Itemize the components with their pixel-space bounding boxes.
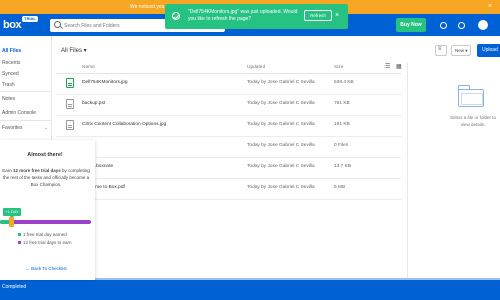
file-size: 0 Files (334, 143, 349, 148)
sidebar-item-notes[interactable]: Notes (2, 96, 15, 102)
file-size: 13.7 KB (334, 164, 352, 169)
folder-icon (458, 85, 484, 107)
chevron-down-icon[interactable]: ⌄ (44, 125, 48, 131)
file-updated: Today by Jose Gabriel C Sevilla (247, 122, 315, 127)
divider (0, 120, 52, 121)
onboarding-panel: Almost there! Earn 12 more free trial da… (0, 140, 95, 280)
table-row[interactable]: Welcome to Box.pdf Today by Jose Gabriel… (56, 179, 401, 200)
sort-icon: ≡ (438, 46, 442, 52)
column-header-name[interactable]: Name (82, 65, 95, 70)
legend-swatch (18, 233, 21, 237)
table-row[interactable]: Citrix Content Collaboration Options.jpg… (56, 116, 401, 137)
onboarding-title: Almost there! (27, 152, 63, 158)
document-file-icon (66, 120, 74, 130)
details-placeholder: Select a file or folder to view details. (449, 115, 497, 127)
file-updated: Today by Jose Gabriel C Sevilla (247, 164, 315, 169)
refresh-button[interactable]: Refresh (304, 10, 332, 21)
onboarding-description: Earn 12 more free trial days by completi… (0, 167, 92, 188)
grid-view-icon[interactable]: ▦ (396, 63, 402, 70)
day-earned-tag: +1 DAY (3, 208, 21, 218)
legend-label: 1 free trial day earned (23, 232, 67, 237)
sidebar-item-all-files[interactable]: All Files (2, 48, 21, 54)
legend-swatch (18, 241, 21, 245)
file-list-area: All Files ▾ Name Updated Size ☰ ▦ Dell75… (52, 36, 407, 278)
file-name[interactable]: Dell754KMonitors.jpg (82, 80, 128, 85)
new-button[interactable]: New ▾ (451, 45, 471, 56)
avatar[interactable] (478, 20, 488, 30)
breadcrumb[interactable]: All Files ▾ (61, 47, 87, 54)
legend-label: 12 free trial days to earn (23, 240, 72, 245)
list-view-icon[interactable]: ☰ (385, 63, 390, 70)
upload-status-bar[interactable]: Completed (0, 278, 500, 300)
trial-badge: TRIAL (22, 16, 38, 22)
file-name[interactable]: backup.pst (82, 101, 105, 106)
search-icon (54, 21, 61, 28)
table-row[interactable]: Notes Today by Jose Gabriel C Sevilla 0 … (56, 137, 401, 158)
sidebar-item-favorites[interactable]: Favorites (2, 125, 23, 131)
divider (0, 91, 52, 92)
file-size: 761 KB (334, 101, 350, 106)
file-updated: Today by Jose Gabriel C Sevilla (247, 143, 315, 148)
file-updated: Today by Jose Gabriel C Sevilla (247, 80, 315, 85)
file-size: 191 KB (334, 122, 350, 127)
file-name[interactable]: Citrix Content Collaboration Options.jpg (82, 122, 166, 127)
legend-earned: 1 free trial day earned (18, 232, 67, 237)
buy-now-button[interactable]: Buy Now (396, 18, 426, 32)
document-file-icon (66, 99, 74, 109)
close-icon[interactable]: × (488, 0, 492, 14)
table-row[interactable]: Dell754KMonitors.jpg Today by Jose Gabri… (56, 74, 401, 95)
sort-button[interactable]: ≡ (435, 45, 447, 56)
legend-to-earn: 12 free trial days to earn (18, 240, 72, 245)
notifications-icon[interactable] (458, 22, 465, 29)
description-text: Earn (2, 168, 13, 173)
progress-marker (9, 217, 14, 227)
file-size: 5 MB (334, 185, 346, 190)
close-icon[interactable]: × (335, 10, 339, 21)
sidebar-item-trash[interactable]: Trash (2, 82, 15, 88)
box-logo[interactable]: box (3, 18, 22, 32)
check-circle-icon (172, 12, 180, 20)
help-icon[interactable] (440, 22, 447, 29)
table-row[interactable]: backup.pst Today by Jose Gabriel C Sevil… (56, 95, 401, 116)
upload-button[interactable]: Upload (477, 44, 500, 57)
sidebar-item-synced[interactable]: Synced (2, 71, 19, 77)
back-to-checklist-link[interactable]: ← Back To Checklist (0, 266, 92, 271)
image-file-icon (66, 78, 74, 88)
file-size: 538.4 KB (334, 80, 354, 85)
sidebar-item-recents[interactable]: Recents (2, 60, 20, 66)
column-header-size[interactable]: Size (334, 65, 343, 70)
table-row[interactable]: Guide.boxnote Today by Jose Gabriel C Se… (56, 158, 401, 179)
toast-message: "Dell754KMonitors.jpg" was just uploaded… (188, 9, 298, 22)
upload-status-text: Completed (2, 284, 27, 290)
sidebar-item-admin-console[interactable]: Admin Console (2, 110, 36, 116)
file-updated: Today by Jose Gabriel C Sevilla (247, 101, 315, 106)
column-header-updated[interactable]: Updated (247, 65, 265, 70)
details-pane: Select a file or folder to view details. (407, 63, 500, 278)
file-updated: Today by Jose Gabriel C Sevilla (247, 185, 315, 190)
trial-days-highlight: 12 more free trial days (12, 168, 61, 173)
